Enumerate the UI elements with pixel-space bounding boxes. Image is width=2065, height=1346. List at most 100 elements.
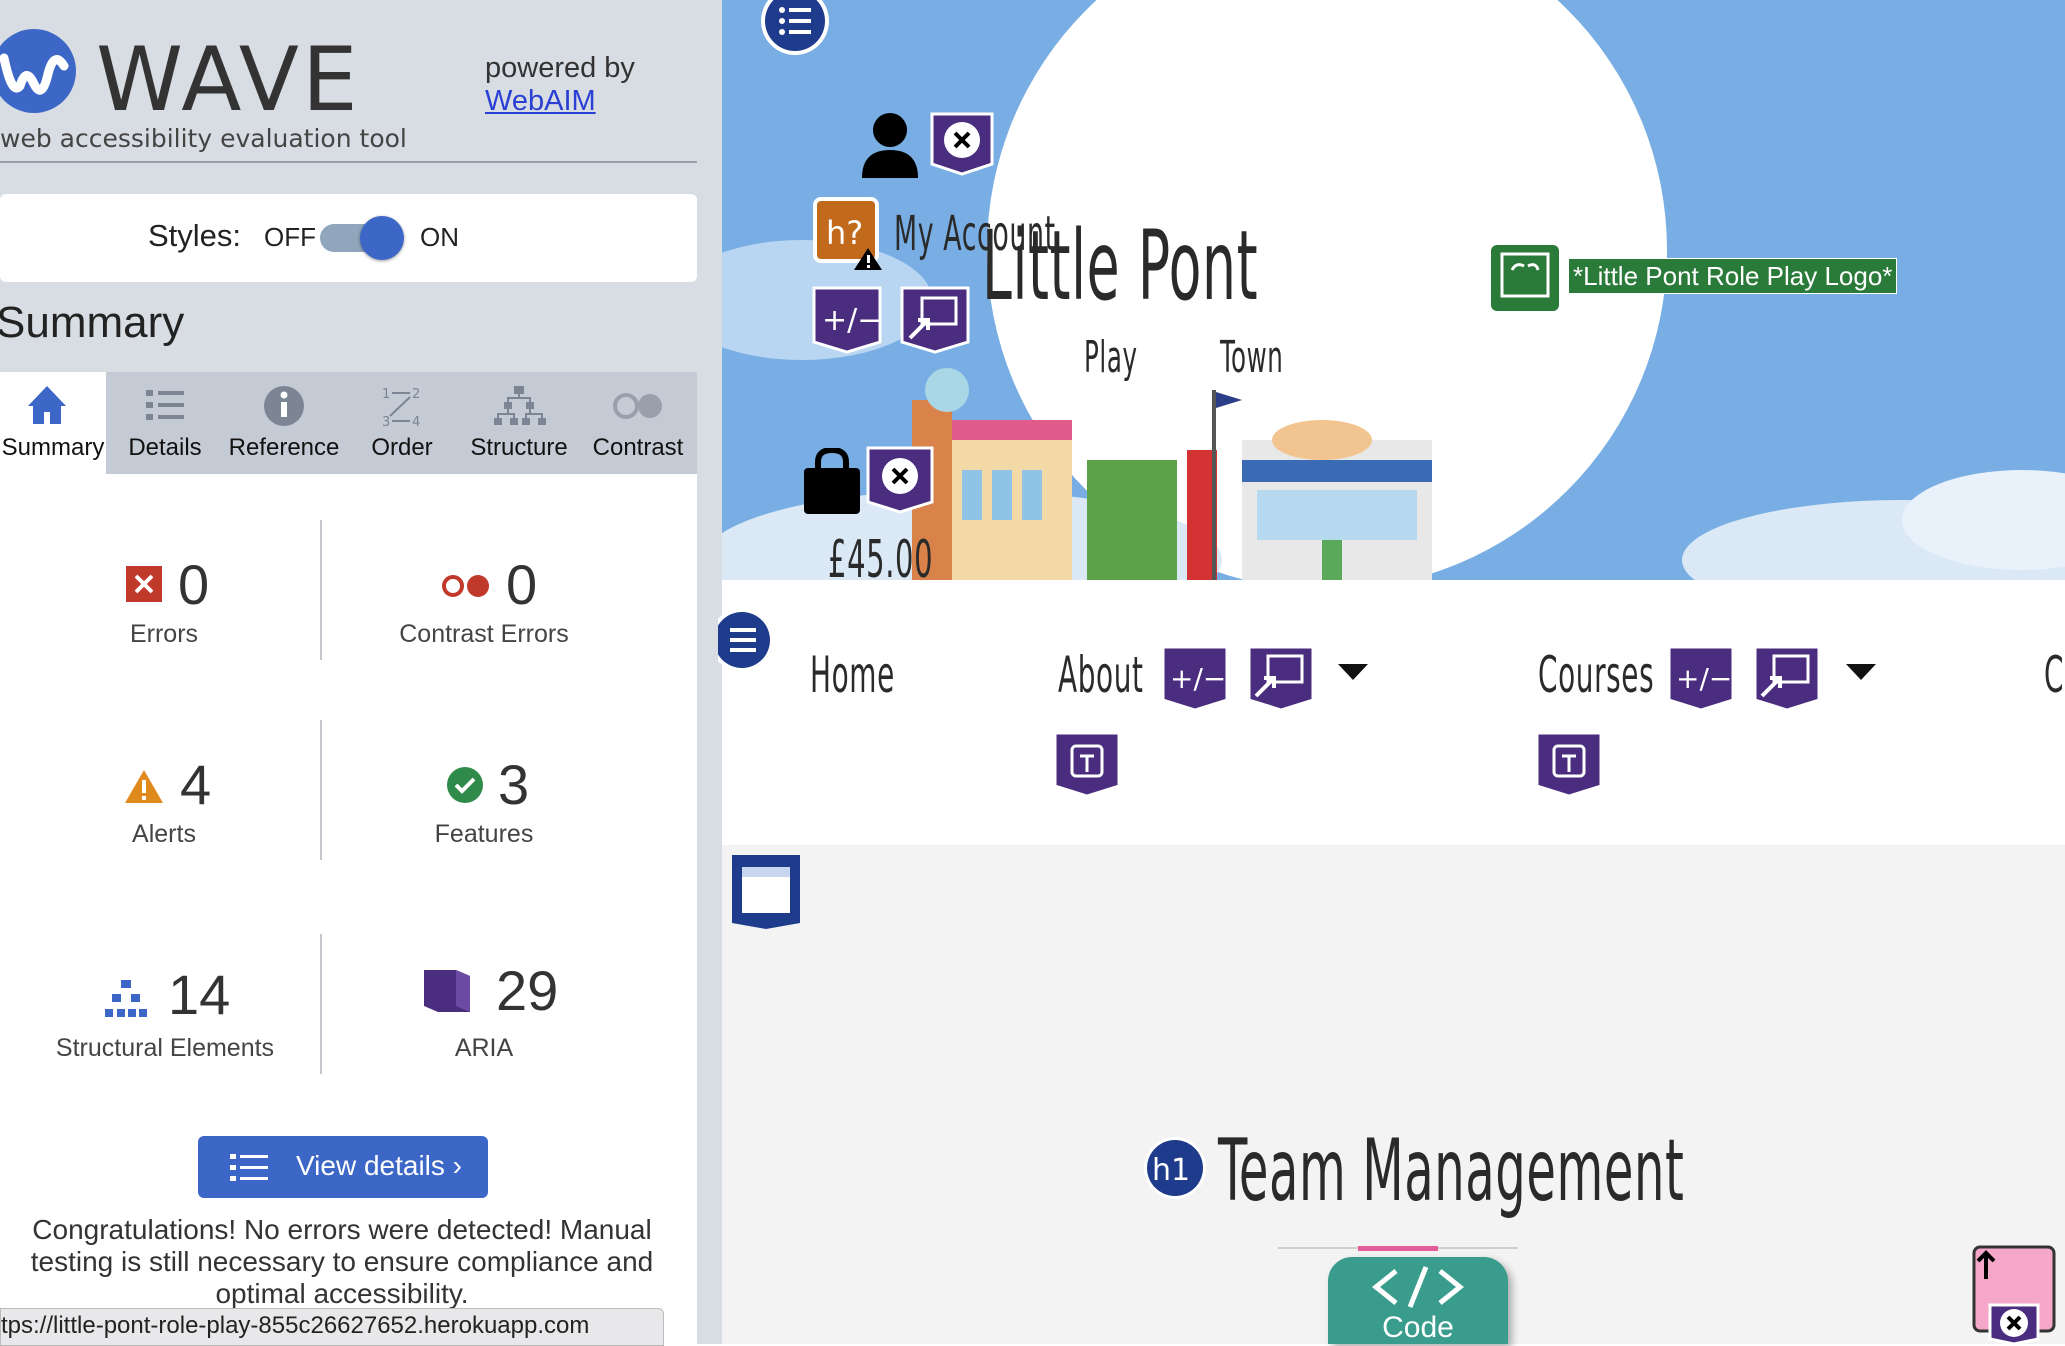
webaim-link[interactable]: WebAIM: [485, 85, 596, 117]
wave-aria-popup-icon: [1247, 645, 1315, 712]
main-nav: Home About +/− Courses +/− C: [718, 580, 2065, 845]
chevron-down-icon[interactable]: [1846, 664, 1876, 682]
structure-icon: [105, 980, 147, 1017]
status-bar-url: tps://little-pont-role-play-855c26627652…: [0, 1308, 664, 1346]
site-subtitle-town: Town: [1220, 332, 1284, 383]
features-label: Features: [434, 820, 534, 848]
structural-label: Structural Elements: [55, 1034, 275, 1062]
code-icon: [1371, 1266, 1465, 1308]
divider: [0, 161, 697, 163]
svg-text:3: 3: [382, 415, 390, 430]
code-label: Code: [1382, 1311, 1454, 1344]
code-badge[interactable]: Code: [1328, 1257, 1508, 1344]
town-illustration: [912, 368, 1432, 580]
aria-count: 29: [496, 959, 559, 1022]
wave-help-alert-icon: h?: [813, 197, 882, 270]
view-details-label: View details ›: [296, 1150, 463, 1181]
tab-reference[interactable]: Reference: [222, 372, 346, 474]
svg-text:+/−: +/−: [1170, 662, 1226, 695]
svg-text:+/−: +/−: [1676, 662, 1732, 695]
nav-courses[interactable]: Courses: [1538, 646, 1654, 704]
wave-logo-icon: [0, 29, 76, 113]
styles-label: Styles:: [148, 218, 242, 253]
features-count: 3: [498, 753, 530, 816]
wave-list-marker-icon: [718, 608, 774, 672]
tab-label: Contrast: [592, 434, 684, 461]
alerts-count: 4: [180, 753, 212, 816]
alert-icon: [125, 770, 163, 803]
wave-aria-expanded-icon: +/−: [812, 286, 882, 354]
wave-subtitle: web accessibility evaluation tool: [0, 124, 407, 153]
tab-label: Summary: [1, 434, 105, 461]
contrast-errors-label: Contrast Errors: [399, 620, 569, 648]
main-content: h1 Team Management Code: [722, 845, 2065, 1344]
my-account-link[interactable]: My Account: [894, 206, 1056, 262]
list-icon: [146, 390, 184, 420]
divider: [320, 934, 322, 1074]
alerts-label: Alerts: [132, 820, 196, 848]
wave-aria-popup-icon: [900, 286, 970, 354]
styles-toggle-knob[interactable]: [360, 216, 404, 260]
view-details-button[interactable]: View details ›: [198, 1136, 488, 1198]
contrast-errors-count: 0: [506, 553, 538, 616]
styles-off-label: OFF: [264, 222, 316, 252]
wave-aria-hidden-icon: [1535, 731, 1603, 798]
tab-label: Details: [128, 434, 202, 461]
chevron-down-icon[interactable]: [1338, 664, 1368, 682]
wave-sidebar: WAVE web accessibility evaluation tool p…: [0, 0, 722, 1344]
heading-badge-text: h1: [1152, 1153, 1190, 1188]
svg-text:+/−: +/−: [822, 303, 882, 338]
structural-count: 14: [168, 963, 231, 1026]
error-icon: [126, 566, 162, 602]
tab-structure[interactable]: Structure: [466, 372, 572, 474]
shopping-bag-icon[interactable]: [802, 448, 862, 514]
errors-count: 0: [178, 553, 210, 616]
page-hero: Little Pont Play Town My Account £45.00 …: [722, 0, 2065, 580]
svg-text:4: 4: [412, 415, 420, 430]
heading-accent: [1358, 1246, 1438, 1251]
wave-aria-expanded-icon: +/−: [1667, 645, 1735, 712]
wave-aria-alert-icon: [866, 446, 934, 514]
list-icon: [230, 1154, 268, 1181]
logo-alt-text: *Little Pont Role Play Logo*: [1568, 258, 1898, 294]
congrats-line: testing is still necessary to ensure com…: [30, 1246, 654, 1277]
site-subtitle-play: Play: [1084, 332, 1138, 383]
info-icon: [264, 386, 304, 426]
page-heading: Team Management: [1218, 1121, 1685, 1221]
wave-heading-icon: h1: [1144, 1137, 1206, 1199]
nav-more[interactable]: C: [2044, 646, 2064, 704]
user-icon[interactable]: [860, 112, 920, 178]
wave-aria-alert-icon: [930, 112, 994, 176]
tab-contrast[interactable]: Contrast: [586, 372, 690, 474]
divider: [320, 720, 322, 860]
nav-home[interactable]: Home: [810, 646, 895, 704]
wave-skip-link-icon: [1972, 1245, 2056, 1344]
wave-aria-expanded-icon: +/−: [1161, 645, 1229, 712]
tab-details[interactable]: Details: [118, 372, 212, 474]
home-icon: [28, 386, 66, 424]
wave-aria-popup-icon: [1753, 645, 1821, 712]
nav-about[interactable]: About: [1058, 646, 1144, 704]
wave-aria-hidden-icon: [1053, 731, 1121, 798]
powered-by-text: powered by: [485, 52, 635, 84]
wave-list-marker-icon: [761, 0, 829, 55]
tab-label: Order: [371, 434, 433, 461]
order-icon: 1 2 3 4: [382, 387, 420, 430]
congrats-line: Congratulations! No errors were detected…: [32, 1214, 652, 1245]
styles-on-label: ON: [420, 222, 459, 252]
contrast-icon: [613, 393, 662, 419]
feature-check-icon: [447, 767, 483, 803]
svg-text:2: 2: [412, 387, 420, 402]
tab-summary[interactable]: Summary: [0, 372, 106, 474]
help-badge-text: h?: [826, 214, 863, 252]
errors-label: Errors: [129, 620, 199, 648]
congrats-line: optimal accessibility.: [215, 1278, 469, 1309]
tab-label: Reference: [228, 434, 340, 461]
aria-icon: [424, 970, 470, 1012]
congrats-message: Congratulations! No errors were detected…: [0, 1214, 684, 1310]
summary-heading: Summary: [0, 298, 185, 347]
contrast-error-icon: [442, 575, 489, 597]
structure-icon: [494, 386, 546, 425]
tab-order[interactable]: 1 2 3 4 Order: [360, 372, 444, 474]
wave-main-region-icon: [732, 855, 800, 929]
